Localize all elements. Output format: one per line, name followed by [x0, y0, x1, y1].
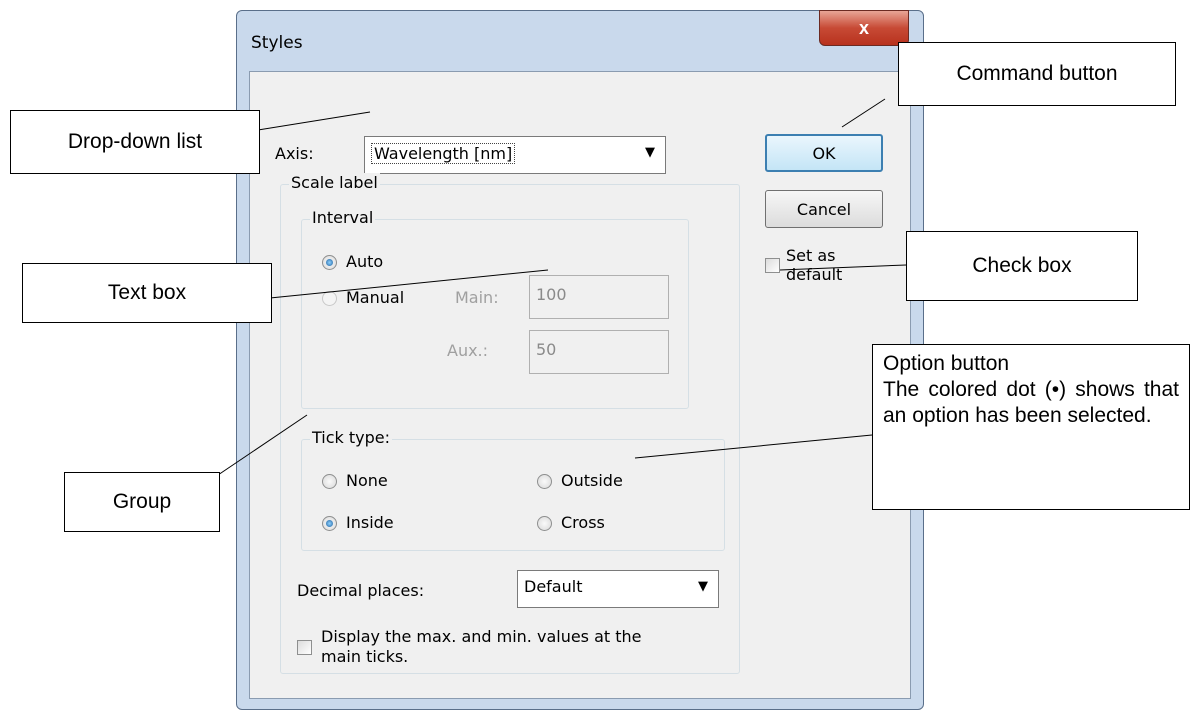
- tick-inside-label: Inside: [346, 513, 394, 532]
- axis-label: Axis:: [275, 144, 314, 163]
- scale-label-legend: Scale label: [289, 173, 380, 192]
- display-minmax-label: Display the max. and min. values at the …: [321, 627, 642, 667]
- tick-outside-radio[interactable]: [537, 474, 552, 489]
- tick-inside-radio[interactable]: [322, 516, 337, 531]
- callout-text-box: Text box: [22, 263, 272, 323]
- callout-group: Group: [64, 472, 220, 532]
- tick-type-legend: Tick type:: [310, 428, 393, 447]
- callout-drop-down-list-text: Drop-down list: [67, 130, 203, 153]
- set-as-default-checkbox[interactable]: [765, 258, 780, 273]
- callout-option-button: Option button The colored dot (•) shows …: [872, 344, 1190, 510]
- aux-textbox[interactable]: 50: [529, 330, 669, 374]
- callout-command-button: Command button: [898, 42, 1176, 106]
- axis-dropdown-value: Wavelength [nm]: [371, 143, 516, 164]
- dialog-client-area: Axis: Wavelength [nm] ▼ OK Cancel Set as…: [249, 71, 911, 699]
- display-minmax-line2: main ticks.: [321, 647, 409, 666]
- tick-cross-label: Cross: [561, 513, 605, 532]
- tick-cross-radio[interactable]: [537, 516, 552, 531]
- main-label: Main:: [455, 288, 499, 307]
- chevron-down-icon: ▼: [698, 579, 708, 594]
- main-textbox-value: 100: [536, 285, 567, 304]
- tick-outside-label: Outside: [561, 471, 623, 490]
- manual-radio[interactable]: [322, 291, 337, 306]
- styles-dialog: Styles x Axis: Wavelength [nm] ▼ OK Canc…: [236, 10, 924, 710]
- set-as-default-line1: Set as: [786, 246, 836, 265]
- set-as-default-label: Set as default: [786, 246, 842, 284]
- cancel-button[interactable]: Cancel: [765, 190, 883, 228]
- manual-label: Manual: [346, 288, 405, 307]
- dialog-title: Styles: [251, 33, 303, 53]
- close-button[interactable]: x: [819, 10, 909, 46]
- set-as-default-line2: default: [786, 265, 843, 284]
- ok-button[interactable]: OK: [765, 134, 883, 172]
- auto-label: Auto: [346, 252, 384, 271]
- display-minmax-line1: Display the max. and min. values at the: [321, 627, 642, 646]
- callout-text-box-text: Text box: [107, 281, 187, 304]
- aux-textbox-value: 50: [536, 340, 557, 359]
- decimal-places-dropdown[interactable]: Default ▼: [517, 570, 719, 608]
- cancel-button-label: Cancel: [796, 199, 852, 219]
- axis-dropdown[interactable]: Wavelength [nm] ▼: [364, 136, 666, 174]
- interval-group: Interval Auto Manual Main: 100 Aux.: 50: [301, 208, 689, 409]
- callout-option-button-title: Option button: [883, 352, 1010, 375]
- decimal-places-label: Decimal places:: [297, 581, 425, 600]
- aux-label: Aux.:: [447, 341, 489, 360]
- callout-check-box: Check box: [906, 231, 1138, 301]
- main-textbox[interactable]: 100: [529, 275, 669, 319]
- interval-legend: Interval: [310, 208, 376, 227]
- tick-none-label: None: [346, 471, 388, 490]
- callout-group-text: Group: [112, 490, 172, 513]
- decimal-places-value: Default: [524, 577, 583, 596]
- callout-option-button-desc: The colored dot (•) shows that an option…: [883, 378, 1179, 427]
- callout-check-box-text: Check box: [972, 254, 1072, 277]
- tick-none-radio[interactable]: [322, 474, 337, 489]
- callout-drop-down-list: Drop-down list: [10, 110, 260, 174]
- close-icon: x: [858, 17, 869, 38]
- tick-type-group: Tick type: None Inside Outside Cross: [301, 428, 725, 551]
- scale-label-group: Scale label Interval Auto Manual Main: 1…: [280, 173, 740, 674]
- chevron-down-icon: ▼: [645, 145, 655, 160]
- ok-button-label: OK: [812, 143, 836, 163]
- callout-command-button-text: Command button: [956, 62, 1118, 85]
- display-minmax-checkbox[interactable]: [297, 640, 312, 655]
- auto-radio[interactable]: [322, 255, 337, 270]
